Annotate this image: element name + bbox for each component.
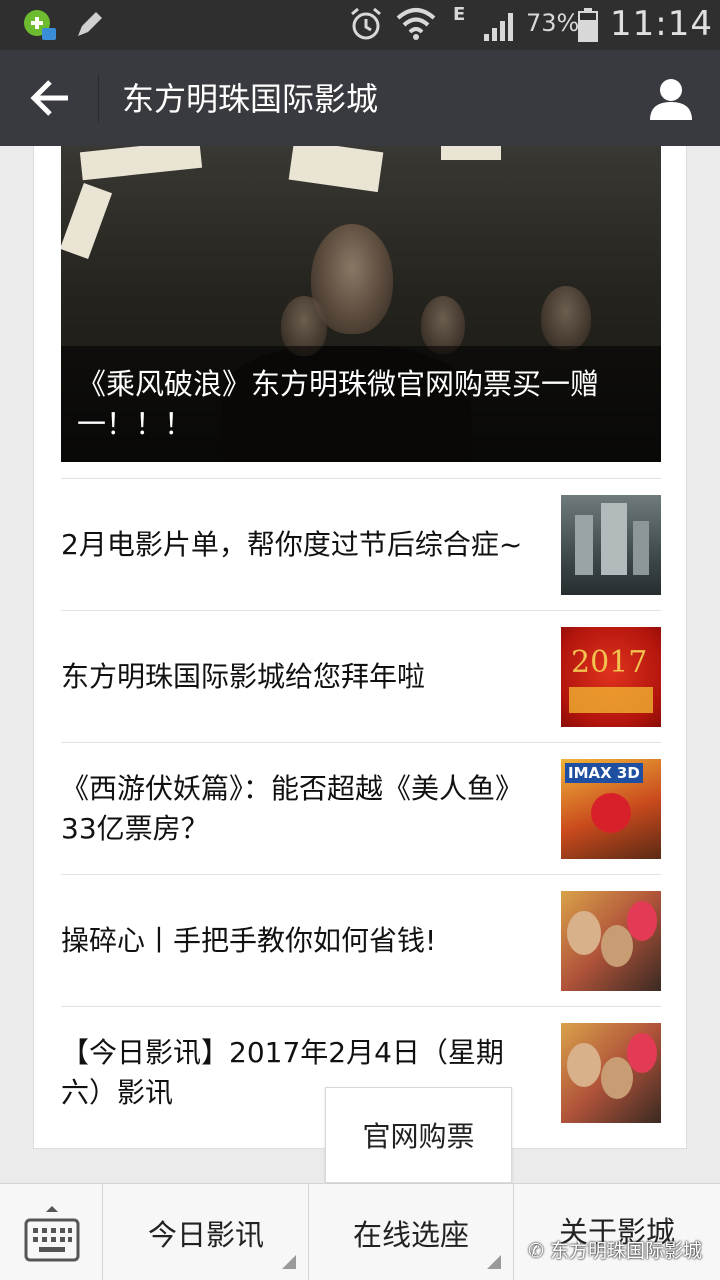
battery-icon — [578, 8, 598, 42]
article-title: 操碎心丨手把手教你如何省钱! — [61, 924, 437, 957]
profile-icon[interactable] — [648, 76, 694, 122]
keyboard-icon — [24, 1206, 80, 1262]
back-arrow-icon[interactable] — [28, 78, 72, 118]
new-year-2017-thumbnail: 2017 — [561, 627, 661, 727]
tab-about-cinema[interactable]: 关于影城 — [514, 1184, 720, 1280]
pencil-icon — [78, 12, 102, 36]
signal-icon — [484, 13, 513, 41]
list-item[interactable]: 2月电影片单，帮你度过节后综合症~ — [61, 478, 661, 610]
clock: 11:14 — [610, 4, 713, 44]
poster-face — [541, 286, 591, 350]
movie-poster-thumbnail: IMAX 3D — [561, 759, 661, 859]
submenu-popup: 官网购票 — [325, 1087, 512, 1183]
article-title: 2月电影片单，帮你度过节后综合症~ — [61, 528, 523, 561]
wechat-logo-icon: ✆ — [528, 1240, 550, 1262]
bottom-menu-bar: 今日影讯 在线选座 关于影城 — [0, 1183, 720, 1280]
submenu-indicator-icon — [487, 1255, 501, 1269]
movie-cast-thumbnail — [561, 1023, 661, 1123]
city-poster-thumbnail — [561, 495, 661, 595]
page-title: 东方明珠国际影城 — [122, 80, 379, 118]
tab-label: 在线选座 — [352, 1217, 469, 1252]
banner-caption: 《乘风破浪》东方明珠微官网购票买一赠一！！！ — [77, 367, 600, 441]
poster-brush-stroke — [61, 182, 113, 260]
wifi-icon — [396, 8, 436, 40]
network-type-label: E — [453, 4, 466, 25]
status-bar: E 73% 11:14 — [0, 0, 720, 50]
movie-cast-thumbnail — [561, 891, 661, 991]
submenu-indicator-icon — [282, 1255, 296, 1269]
list-item[interactable]: 操碎心丨手把手教你如何省钱! — [61, 874, 661, 1006]
battery-percent: 73% — [526, 9, 580, 37]
poster-brush-stroke — [288, 146, 384, 193]
wechat-watermark: ✆ 东方明珠国际影城 — [528, 1236, 702, 1263]
submenu-item-official-ticket[interactable]: 官网购票 — [362, 1115, 474, 1155]
featured-article-banner[interactable]: 《乘风破浪》东方明珠微官网购票买一赠一！！！ — [61, 146, 661, 462]
tab-today-showtimes[interactable]: 今日影讯 — [104, 1184, 309, 1280]
tab-online-seat[interactable]: 在线选座 — [309, 1184, 514, 1280]
article-list-card: 《乘风破浪》东方明珠微官网购票买一赠一！！！ 2月电影片单，帮你度过节后综合症~… — [33, 146, 687, 1149]
app-header: 东方明珠国际影城 — [0, 50, 720, 146]
thumbnail-year-text: 2017 — [571, 645, 648, 680]
watermark-text: 东方明珠国际影城 — [549, 1240, 702, 1262]
list-item[interactable]: 《西游伏妖篇》：能否超越《美人鱼》33亿票房？ IMAX 3D — [61, 742, 661, 874]
article-title: 东方明珠国际影城给您拜年啦 — [61, 660, 426, 693]
thumbnail-imax-text: IMAX 3D — [565, 763, 643, 783]
app-notification-icon — [24, 10, 56, 40]
tab-label: 今日影讯 — [147, 1217, 264, 1252]
list-item[interactable]: 东方明珠国际影城给您拜年啦 2017 — [61, 610, 661, 742]
header-divider — [98, 74, 99, 122]
keyboard-toggle[interactable] — [0, 1184, 103, 1280]
article-title: 《西游伏妖篇》：能否超越《美人鱼》33亿票房？ — [61, 772, 524, 845]
poster-brush-stroke — [441, 146, 501, 160]
alarm-icon — [351, 7, 381, 40]
poster-brush-stroke — [79, 146, 203, 181]
